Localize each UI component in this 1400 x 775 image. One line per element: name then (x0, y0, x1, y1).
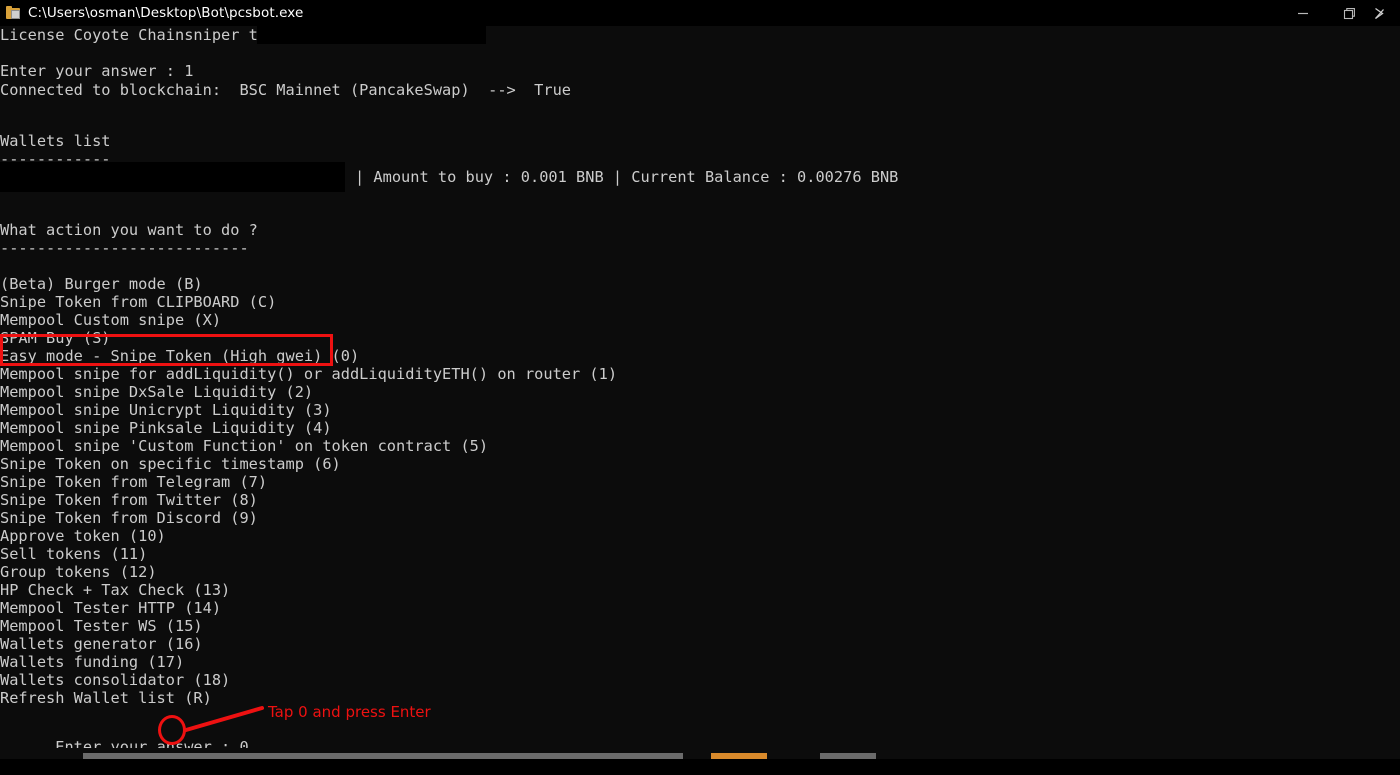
license-name-redaction (257, 22, 486, 44)
wallet-address-redaction (0, 162, 345, 192)
menu-item-discord[interactable]: Snipe Token from Discord (9) (0, 509, 258, 527)
menu-item-dxsale[interactable]: Mempool snipe DxSale Liquidity (2) (0, 383, 313, 401)
close-button[interactable] (1372, 0, 1400, 26)
folder-exe-icon (6, 5, 22, 21)
maximize-button[interactable] (1326, 0, 1372, 26)
menu-item-mempool-tester-ws[interactable]: Mempool Tester WS (15) (0, 617, 203, 635)
menu-item-group-tokens[interactable]: Group tokens (12) (0, 563, 157, 581)
menu-item-snipe-clipboard[interactable]: Snipe Token from CLIPBOARD (C) (0, 293, 276, 311)
console-line-question-rule: --------------------------- (0, 239, 249, 257)
menu-item-refresh-wallets[interactable]: Refresh Wallet list (R) (0, 689, 212, 707)
taskbar-active-app-indicator[interactable] (711, 753, 767, 759)
console-line-question: What action you want to do ? (0, 221, 258, 239)
menu-item-wallets-funding[interactable]: Wallets funding (17) (0, 653, 184, 671)
menu-item-hp-tax-check[interactable]: HP Check + Tax Check (13) (0, 581, 230, 599)
taskbar-app-strip[interactable] (820, 753, 876, 759)
menu-item-burger-mode[interactable]: (Beta) Burger mode (B) (0, 275, 203, 293)
console-line-answer-1: Enter your answer : 1 (0, 62, 194, 81)
prompt-line[interactable]: Enter your answer : 0 (0, 720, 248, 756)
callout-text: Tap 0 and press Enter (268, 703, 431, 721)
minimize-button[interactable] (1280, 0, 1326, 26)
menu-item-unicrypt[interactable]: Mempool snipe Unicrypt Liquidity (3) (0, 401, 332, 419)
taskbar-window-strip[interactable] (83, 753, 683, 759)
console-output-area[interactable]: License Coyote Chainsniper to : Enter yo… (0, 26, 1400, 759)
menu-item-mempool-tester-http[interactable]: Mempool Tester HTTP (14) (0, 599, 221, 617)
answer-value-circle (158, 715, 186, 745)
console-line-wallet-summary: | Amount to buy : 0.001 BNB | Current Ba… (355, 168, 899, 186)
window-title: C:\Users\osman\Desktop\Bot\pcsbot.exe (28, 5, 304, 21)
menu-item-twitter[interactable]: Snipe Token from Twitter (8) (0, 491, 258, 509)
menu-item-mempool-addliquidity[interactable]: Mempool snipe for addLiquidity() or addL… (0, 365, 617, 383)
menu-item-pinksale[interactable]: Mempool snipe Pinksale Liquidity (4) (0, 419, 332, 437)
console-line-connected: Connected to blockchain: BSC Mainnet (Pa… (0, 80, 571, 99)
menu-item-telegram[interactable]: Snipe Token from Telegram (7) (0, 473, 267, 491)
console-line-license: License Coyote Chainsniper to : (0, 26, 286, 44)
console-line-wallets-list: Wallets list (0, 132, 111, 150)
window-titlebar[interactable]: C:\Users\osman\Desktop\Bot\pcsbot.exe (0, 0, 1400, 26)
easy-mode-highlight-rect (0, 334, 333, 366)
menu-item-approve-token[interactable]: Approve token (10) (0, 527, 166, 545)
menu-item-sell-tokens[interactable]: Sell tokens (11) (0, 545, 147, 563)
menu-item-wallets-consolidator[interactable]: Wallets consolidator (18) (0, 671, 230, 689)
application-window: C:\Users\osman\Desktop\Bot\pcsbot.exe Li… (0, 0, 1400, 759)
menu-item-mempool-custom[interactable]: Mempool Custom snipe (X) (0, 311, 221, 329)
taskbar-strip[interactable] (0, 748, 1400, 759)
menu-item-specific-timestamp[interactable]: Snipe Token on specific timestamp (6) (0, 455, 341, 473)
menu-item-wallets-generator[interactable]: Wallets generator (16) (0, 635, 203, 653)
menu-item-custom-function[interactable]: Mempool snipe 'Custom Function' on token… (0, 437, 488, 455)
